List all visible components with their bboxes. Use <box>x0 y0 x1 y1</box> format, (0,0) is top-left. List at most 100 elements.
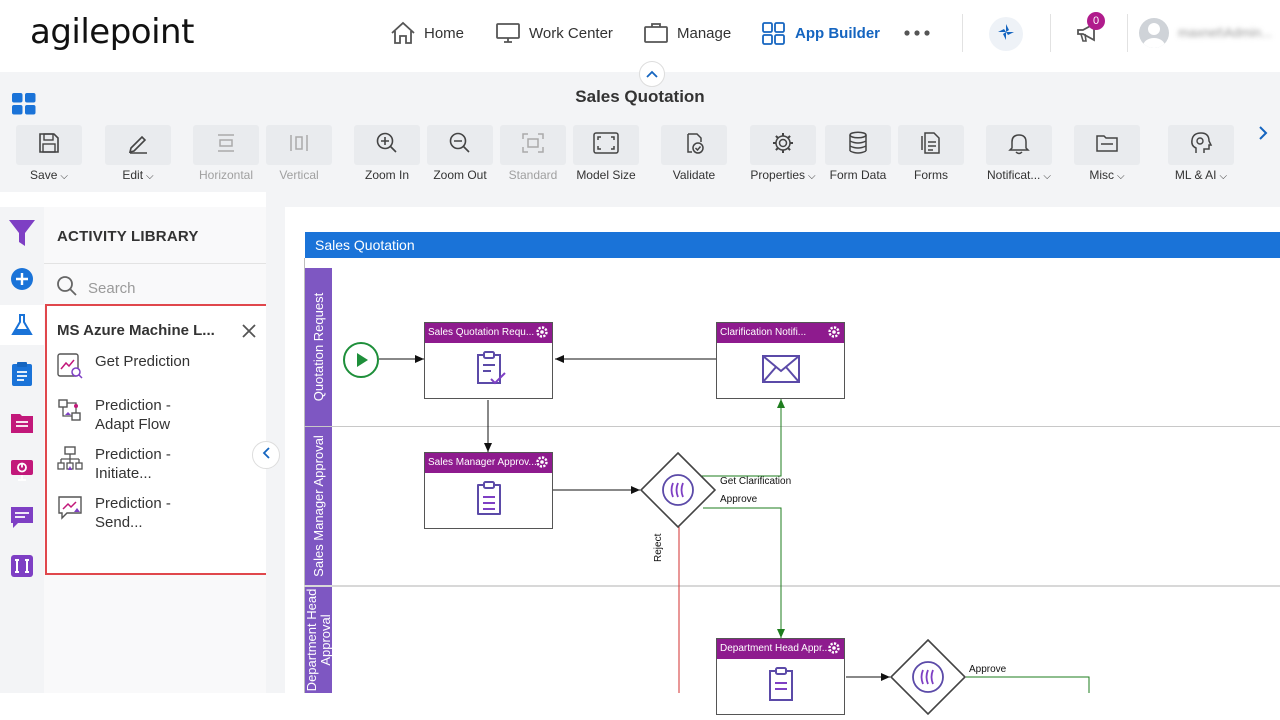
activity-label-line1: Prediction - <box>95 495 171 512</box>
notification-count-badge: 0 <box>1087 12 1105 30</box>
start-event[interactable] <box>342 341 380 384</box>
horizontal-layout-button[interactable]: Horizontal <box>192 125 260 182</box>
validate-button[interactable]: Validate <box>660 125 728 182</box>
agilepoint-ai-button[interactable] <box>989 17 1023 51</box>
agilepoint-logo[interactable]: agilepoint <box>30 12 194 52</box>
activity-label-line2: Send... <box>95 514 143 531</box>
presentation-icon[interactable] <box>0 450 44 490</box>
gear-icon[interactable] <box>535 325 549 343</box>
gear-icon <box>771 131 795 160</box>
nav-home[interactable]: Home <box>390 0 464 66</box>
form-data-label: Form Data <box>829 168 887 182</box>
chevron-down-icon: ⌵ <box>60 171 68 182</box>
flow-label-get-clarification: Get Clarification <box>720 476 792 487</box>
save-button[interactable]: Save ⌵ <box>15 125 83 182</box>
document-folder-icon[interactable] <box>0 403 44 443</box>
initiate-hierarchy-icon <box>57 445 83 478</box>
zoom-out-button[interactable]: Zoom Out <box>426 125 494 182</box>
task-sales-manager-approval[interactable]: Sales Manager Approv... <box>424 452 553 529</box>
clipboard-icon[interactable] <box>0 354 44 394</box>
collapse-header-button[interactable] <box>639 61 665 87</box>
activity-prediction-send[interactable]: Prediction - Send... <box>57 494 171 532</box>
announcements-button[interactable] <box>1075 0 1101 66</box>
more-dots-icon <box>904 28 930 38</box>
flask-icon[interactable] <box>0 305 44 345</box>
diagram-title-bar[interactable]: Sales Quotation <box>305 232 1280 258</box>
standard-size-button[interactable]: Standard <box>499 125 567 182</box>
ms-azure-ml-activity-group: MS Azure Machine L... Get Prediction Pre… <box>45 304 286 575</box>
nav-work-center[interactable]: Work Center <box>495 0 613 66</box>
vertical-layout-button[interactable]: Vertical <box>265 125 333 182</box>
divider <box>962 14 963 52</box>
standard-label: Standard <box>508 168 558 182</box>
folder-icon <box>1095 132 1119 159</box>
decision-gateway[interactable] <box>889 638 967 720</box>
collapse-library-button[interactable] <box>252 441 280 469</box>
search-icon <box>56 275 78 302</box>
save-label: Save <box>30 168 58 182</box>
model-size-label: Model Size <box>576 168 636 182</box>
validate-icon <box>682 131 706 160</box>
task-title: Department Head Appr... <box>720 643 831 654</box>
filter-icon[interactable] <box>0 213 44 253</box>
form-data-button[interactable]: Form Data <box>824 125 892 182</box>
gear-icon[interactable] <box>827 641 841 659</box>
bell-icon <box>1008 131 1030 160</box>
chevron-down-icon: ⌵ <box>146 171 154 182</box>
lane-divider <box>304 426 1280 427</box>
integration-icon[interactable] <box>0 546 44 586</box>
message-icon[interactable] <box>0 497 44 537</box>
activity-library-title: ACTIVITY LIBRARY <box>57 228 199 245</box>
task-clarification-notification[interactable]: Clarification Notifi... <box>716 322 845 399</box>
gear-icon[interactable] <box>535 455 549 473</box>
search-input[interactable] <box>88 279 248 297</box>
activity-get-prediction[interactable]: Get Prediction <box>57 352 190 385</box>
ml-ai-button[interactable]: ML & AI ⌵ <box>1167 125 1235 182</box>
add-circle-icon[interactable] <box>0 259 44 299</box>
nav-app-builder[interactable]: App Builder <box>761 0 880 66</box>
chevron-down-icon: ⌵ <box>1219 171 1228 182</box>
properties-button[interactable]: Properties ⌵ <box>749 125 817 182</box>
lane-sales-manager-approval[interactable]: Sales Manager Approval <box>305 427 332 585</box>
activity-group-title[interactable]: MS Azure Machine L... <box>57 322 215 339</box>
nav-manage[interactable]: Manage <box>643 0 731 66</box>
close-icon[interactable] <box>242 324 256 343</box>
model-size-button[interactable]: Model Size <box>572 125 640 182</box>
standard-frame-icon <box>521 132 545 159</box>
activity-prediction-adapt-flow[interactable]: Prediction - Adapt Flow <box>57 396 171 434</box>
adapt-flow-icon <box>57 396 83 429</box>
nav-app-builder-label: App Builder <box>795 24 880 42</box>
gear-icon[interactable] <box>827 325 841 343</box>
clipboard-icon <box>761 665 801 710</box>
forms-button[interactable]: Forms <box>897 125 965 182</box>
user-name[interactable]: maxnet\Admin... <box>1178 25 1272 40</box>
avatar[interactable] <box>1139 18 1169 48</box>
monitor-icon <box>495 21 521 45</box>
misc-button[interactable]: Misc ⌵ <box>1073 125 1141 182</box>
lane-department-head-approval[interactable]: Department Head Approval <box>304 587 333 693</box>
chevron-right-icon <box>1258 124 1268 144</box>
edit-label: Edit <box>122 168 144 182</box>
chevron-up-icon <box>646 65 658 83</box>
task-title: Sales Manager Approv... <box>428 457 537 468</box>
chevron-down-icon: ⌵ <box>808 171 816 182</box>
briefcase-icon <box>643 21 669 45</box>
activity-prediction-initiate[interactable]: Prediction - Initiate... <box>57 445 171 483</box>
chevron-down-icon: ⌵ <box>1043 171 1051 182</box>
decision-gateway[interactable] <box>639 451 717 533</box>
notifications-button[interactable]: Notificat... ⌵ <box>985 125 1053 182</box>
toolbar-scroll-right-button[interactable] <box>1258 124 1268 145</box>
more-menu-button[interactable] <box>904 0 930 66</box>
page-title: Sales Quotation <box>575 87 705 106</box>
task-sales-quotation-request[interactable]: Sales Quotation Requ... <box>424 322 553 399</box>
edit-button[interactable]: Edit ⌵ <box>104 125 172 182</box>
zoom-out-icon <box>448 131 472 160</box>
activity-label: Prediction - Initiate... <box>95 445 171 483</box>
lane-quotation-request[interactable]: Quotation Request <box>305 268 332 426</box>
task-department-head-approval[interactable]: Department Head Appr... <box>716 638 845 715</box>
prediction-chart-icon <box>57 352 83 385</box>
zoom-in-button[interactable]: Zoom In <box>353 125 421 182</box>
properties-label: Properties <box>750 168 806 182</box>
vertical-align-icon <box>288 132 310 159</box>
send-chat-icon <box>57 494 83 527</box>
